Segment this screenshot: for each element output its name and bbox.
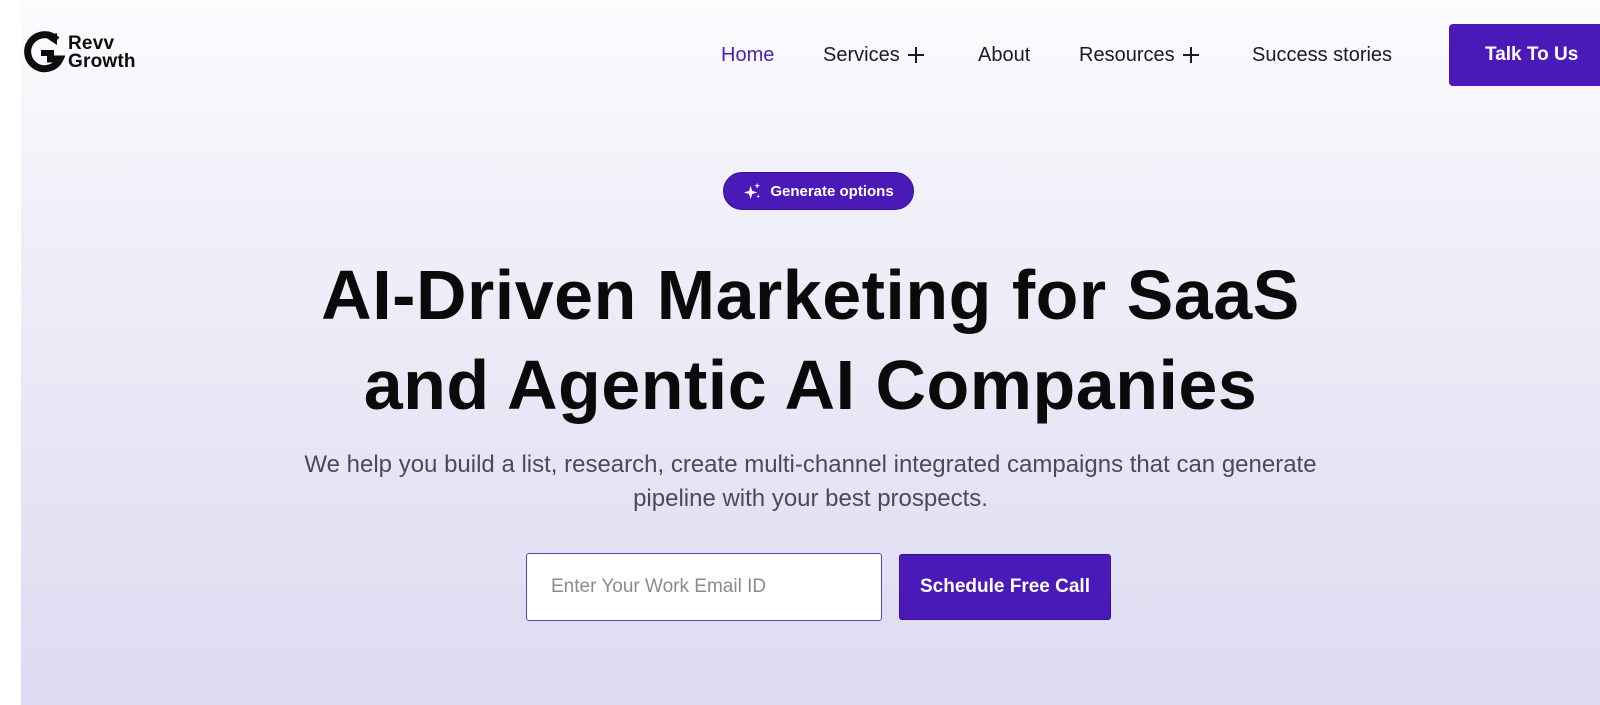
nav-item-label: Services: [823, 43, 900, 66]
hero-headline: AI-Driven Marketing for SaaS and Agentic…: [21, 250, 1600, 430]
headline-line-1: AI-Driven Marketing for SaaS: [321, 256, 1300, 334]
headline-line-2: and Agentic AI Companies: [363, 346, 1258, 424]
schedule-free-call-button[interactable]: Schedule Free Call: [899, 554, 1111, 620]
plus-icon: [1182, 47, 1199, 63]
generate-options-badge[interactable]: Generate options: [723, 172, 914, 210]
logo-line-2: Growth: [68, 51, 136, 72]
hero-subtitle: We help you build a list, research, crea…: [21, 448, 1600, 516]
subtitle-line-1: We help you build a list, research, crea…: [304, 451, 1317, 478]
nav-item-about[interactable]: About: [978, 40, 1030, 70]
nav-item-label: Home: [721, 43, 775, 66]
nav-item-label: Success stories: [1252, 43, 1393, 66]
page: Revv Growth Home Services About Resource…: [21, 0, 1600, 705]
subtitle-line-2: pipeline with your best prospects.: [633, 485, 988, 512]
nav-item-services[interactable]: Services: [823, 40, 924, 70]
nav-item-home[interactable]: Home: [721, 40, 774, 70]
logo-wordmark: Revv Growth: [68, 34, 136, 72]
plus-icon: [907, 47, 924, 63]
nav-item-resources[interactable]: Resources: [1079, 40, 1199, 70]
work-email-input[interactable]: [526, 553, 882, 621]
nav-item-success-stories[interactable]: Success stories: [1252, 40, 1392, 70]
sparkle-icon: [744, 182, 761, 199]
logo-mark-icon: [24, 31, 65, 73]
talk-to-us-button[interactable]: Talk To Us: [1449, 24, 1600, 86]
nav-item-label: Resources: [1079, 43, 1175, 66]
brand-logo[interactable]: Revv Growth: [21, 31, 136, 75]
badge-label: Generate options: [770, 182, 894, 200]
nav-item-label: About: [978, 43, 1031, 66]
